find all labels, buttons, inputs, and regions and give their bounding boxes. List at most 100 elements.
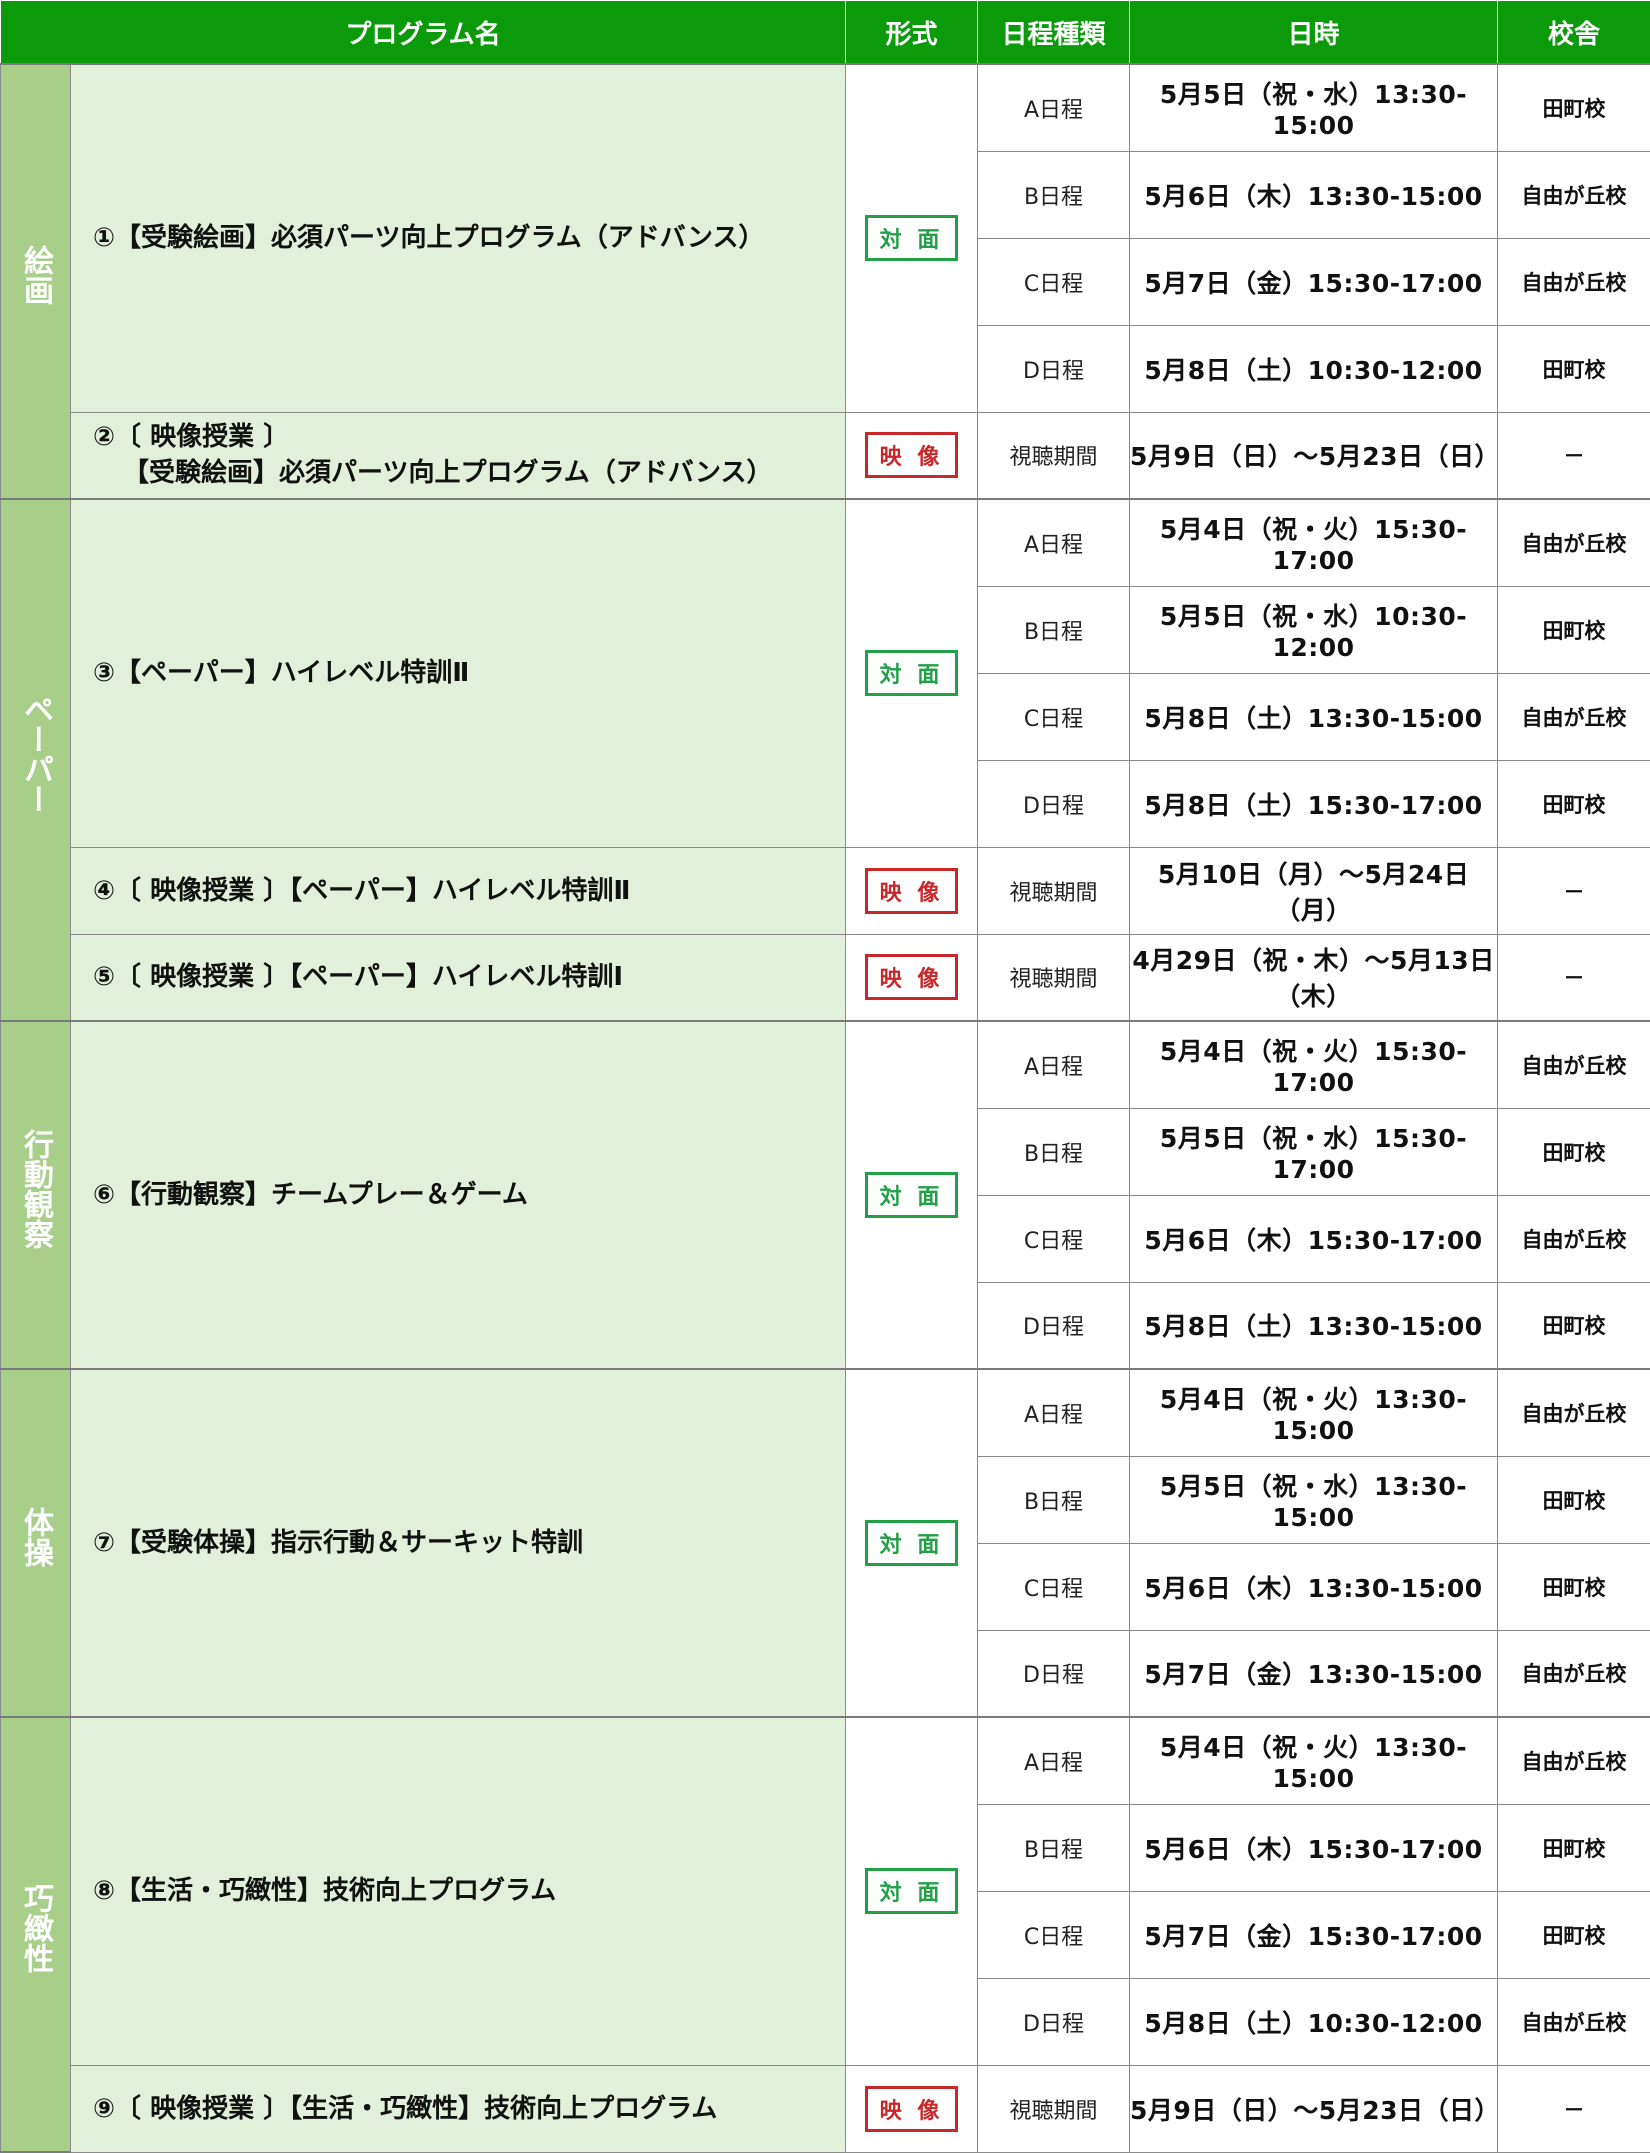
schedule-kind: B日程: [978, 1804, 1130, 1891]
schedule-kind: D日程: [978, 1282, 1130, 1369]
category-behavior: 行動観察: [1, 1021, 71, 1369]
schedule-datetime: 5月8日（土）15:30-17:00: [1130, 760, 1498, 847]
table-row: 絵画 ①【受験絵画】必須パーツ向上プログラム（アドバンス） 対 面 A日程 5月…: [1, 64, 1650, 151]
schedule-campus: 田町校: [1498, 1108, 1650, 1195]
badge-live: 対 面: [865, 215, 959, 261]
program-name: ④〔 映像授業 〕【ペーパー】ハイレベル特訓Ⅱ: [71, 847, 846, 934]
table-row: ペーパー ③【ペーパー】ハイレベル特訓Ⅱ 対 面 A日程 5月4日（祝・火）15…: [1, 499, 1650, 586]
schedule-kind: A日程: [978, 1021, 1130, 1108]
badge-live: 対 面: [865, 1520, 959, 1566]
schedule-datetime: 5月8日（土）13:30-15:00: [1130, 1282, 1498, 1369]
schedule-kind: B日程: [978, 1456, 1130, 1543]
schedule-campus: －: [1498, 934, 1650, 1021]
schedule-kind: B日程: [978, 1108, 1130, 1195]
schedule-datetime: 5月4日（祝・火）15:30-17:00: [1130, 1021, 1498, 1108]
header-program: プログラム名: [1, 1, 846, 65]
schedule-campus: 自由が丘校: [1498, 238, 1650, 325]
schedule-campus: 自由が丘校: [1498, 1369, 1650, 1456]
badge-live: 対 面: [865, 1868, 959, 1914]
schedule-datetime: 5月4日（祝・火）13:30-15:00: [1130, 1717, 1498, 1804]
schedule-datetime: 5月10日（月）～5月24日（月）: [1130, 847, 1498, 934]
badge-video: 映 像: [865, 2086, 959, 2132]
schedule-campus: 自由が丘校: [1498, 1978, 1650, 2065]
schedule-datetime: 5月7日（金）15:30-17:00: [1130, 238, 1498, 325]
schedule-campus: 田町校: [1498, 760, 1650, 847]
schedule-campus: 田町校: [1498, 1543, 1650, 1630]
badge-video: 映 像: [865, 868, 959, 914]
schedule-campus: －: [1498, 412, 1650, 499]
schedule-kind: A日程: [978, 64, 1130, 151]
header-datetime: 日時: [1130, 1, 1498, 65]
table-row: 巧緻性 ⑧【生活・巧緻性】技術向上プログラム 対 面 A日程 5月4日（祝・火）…: [1, 1717, 1650, 1804]
schedule-datetime: 5月8日（土）10:30-12:00: [1130, 1978, 1498, 2065]
format-cell: 映 像: [846, 847, 978, 934]
schedule-campus: 田町校: [1498, 1282, 1650, 1369]
header-campus: 校舎: [1498, 1, 1650, 65]
badge-live: 対 面: [865, 1172, 959, 1218]
schedule-campus: 田町校: [1498, 325, 1650, 412]
schedule-campus: 自由が丘校: [1498, 151, 1650, 238]
category-painting: 絵画: [1, 64, 71, 499]
schedule-kind: 視聴期間: [978, 847, 1130, 934]
format-cell: 映 像: [846, 412, 978, 499]
schedule-kind: 視聴期間: [978, 2065, 1130, 2152]
schedule-kind: C日程: [978, 1195, 1130, 1282]
schedule-campus: 自由が丘校: [1498, 1021, 1650, 1108]
header-format: 形式: [846, 1, 978, 65]
schedule-kind: C日程: [978, 1891, 1130, 1978]
schedule-kind: D日程: [978, 760, 1130, 847]
schedule-datetime: 5月8日（土）10:30-12:00: [1130, 325, 1498, 412]
schedule-campus: 自由が丘校: [1498, 499, 1650, 586]
schedule-table: プログラム名 形式 日程種類 日時 校舎 絵画 ①【受験絵画】必須パーツ向上プロ…: [0, 0, 1650, 2153]
category-dexterity: 巧緻性: [1, 1717, 71, 2152]
program-name: ②〔 映像授業 〕 【受験絵画】必須パーツ向上プログラム（アドバンス）: [71, 412, 846, 499]
schedule-datetime: 4月29日（祝・木）～5月13日（木）: [1130, 934, 1498, 1021]
schedule-datetime: 5月7日（金）13:30-15:00: [1130, 1630, 1498, 1717]
schedule-campus: 田町校: [1498, 1891, 1650, 1978]
program-name: ⑧【生活・巧緻性】技術向上プログラム: [71, 1717, 846, 2065]
format-cell: 対 面: [846, 1021, 978, 1369]
schedule-campus: 田町校: [1498, 64, 1650, 151]
table-row: 体操 ⑦【受験体操】指示行動＆サーキット特訓 対 面 A日程 5月4日（祝・火）…: [1, 1369, 1650, 1456]
header-row: プログラム名 形式 日程種類 日時 校舎: [1, 1, 1650, 65]
schedule-datetime: 5月6日（木）13:30-15:00: [1130, 1543, 1498, 1630]
schedule-kind: C日程: [978, 673, 1130, 760]
schedule-campus: 自由が丘校: [1498, 1717, 1650, 1804]
schedule-datetime: 5月5日（祝・水）13:30-15:00: [1130, 64, 1498, 151]
program-name: ⑤〔 映像授業 〕【ペーパー】ハイレベル特訓Ⅰ: [71, 934, 846, 1021]
schedule-campus: 自由が丘校: [1498, 1630, 1650, 1717]
schedule-kind: 視聴期間: [978, 934, 1130, 1021]
category-gymnastics: 体操: [1, 1369, 71, 1717]
schedule-datetime: 5月6日（木）15:30-17:00: [1130, 1195, 1498, 1282]
schedule-datetime: 5月5日（祝・水）15:30-17:00: [1130, 1108, 1498, 1195]
schedule-datetime: 5月6日（木）15:30-17:00: [1130, 1804, 1498, 1891]
schedule-campus: 自由が丘校: [1498, 673, 1650, 760]
category-paper: ペーパー: [1, 499, 71, 1021]
program-name: ①【受験絵画】必須パーツ向上プログラム（アドバンス）: [71, 64, 846, 412]
schedule-kind: D日程: [978, 1978, 1130, 2065]
format-cell: 対 面: [846, 1717, 978, 2065]
schedule-campus: 田町校: [1498, 1804, 1650, 1891]
schedule-kind: C日程: [978, 1543, 1130, 1630]
program-name-line2: 【受験絵画】必須パーツ向上プログラム（アドバンス）: [93, 455, 845, 491]
schedule-campus: 自由が丘校: [1498, 1195, 1650, 1282]
format-cell: 対 面: [846, 499, 978, 847]
schedule-datetime: 5月9日（日）～5月23日（日）: [1130, 2065, 1498, 2152]
program-name: ⑦【受験体操】指示行動＆サーキット特訓: [71, 1369, 846, 1717]
schedule-kind: B日程: [978, 151, 1130, 238]
schedule-kind: D日程: [978, 325, 1130, 412]
schedule-campus: 田町校: [1498, 586, 1650, 673]
schedule-datetime: 5月4日（祝・火）13:30-15:00: [1130, 1369, 1498, 1456]
schedule-datetime: 5月5日（祝・水）10:30-12:00: [1130, 586, 1498, 673]
schedule-datetime: 5月6日（木）13:30-15:00: [1130, 151, 1498, 238]
table-row: ②〔 映像授業 〕 【受験絵画】必須パーツ向上プログラム（アドバンス） 映 像 …: [1, 412, 1650, 499]
format-cell: 映 像: [846, 934, 978, 1021]
schedule-kind: A日程: [978, 1369, 1130, 1456]
schedule-kind: A日程: [978, 499, 1130, 586]
header-kind: 日程種類: [978, 1, 1130, 65]
badge-video: 映 像: [865, 954, 959, 1000]
schedule-datetime: 5月7日（金）15:30-17:00: [1130, 1891, 1498, 1978]
table-row: ⑨〔 映像授業 〕【生活・巧緻性】技術向上プログラム 映 像 視聴期間 5月9日…: [1, 2065, 1650, 2152]
schedule-kind: 視聴期間: [978, 412, 1130, 499]
format-cell: 対 面: [846, 64, 978, 412]
